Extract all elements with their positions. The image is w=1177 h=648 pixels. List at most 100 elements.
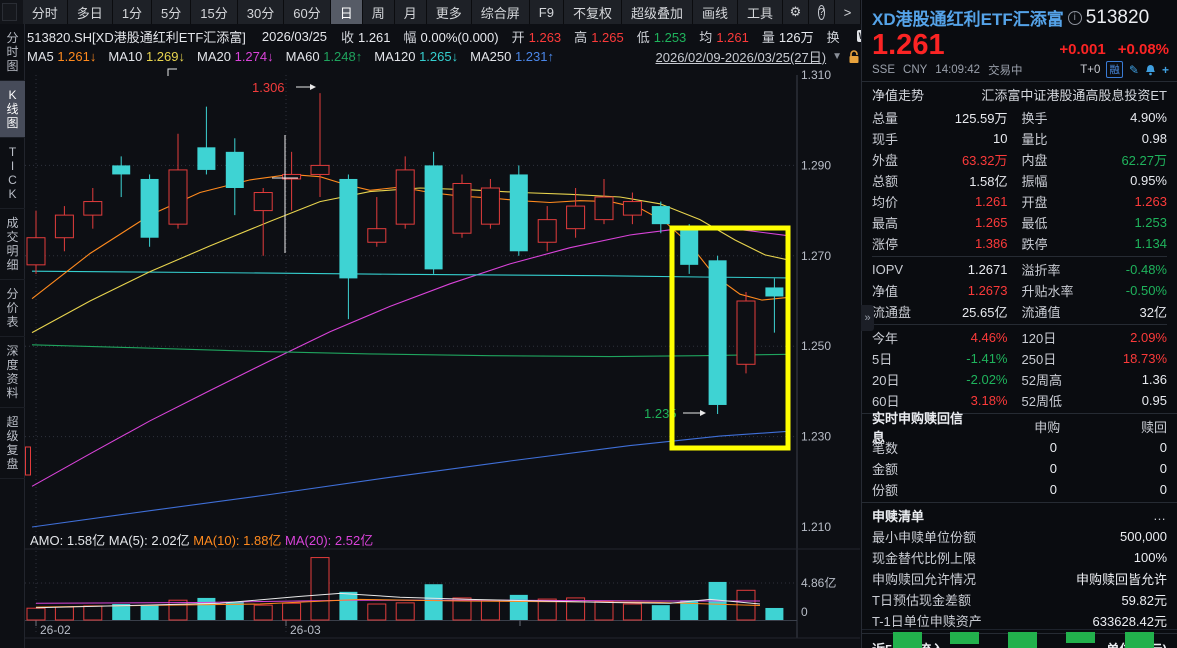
quote-label: 溢折率 [1022, 260, 1094, 279]
field-value: 1.263 [529, 30, 562, 45]
period-button-更多[interactable]: 更多 [427, 0, 472, 24]
period-button-5分[interactable]: 5分 [152, 0, 191, 24]
redemption-label: 现金替代比例上限 [872, 548, 976, 567]
lock-icon[interactable] [848, 50, 860, 64]
period-button-60分[interactable]: 60分 [284, 0, 330, 24]
period-toolbar: 分时多日1分5分15分30分60分日周月更多 综合屏F9不复权超级叠加画线工具 … [0, 0, 861, 24]
period-button-15分[interactable]: 15分 [191, 0, 237, 24]
period-button-分时[interactable]: 分时 [23, 0, 68, 24]
chevron-down-icon[interactable]: ▼ [832, 51, 842, 62]
field-高: 高1.265 [574, 30, 624, 45]
kline-chart[interactable]: 1.3101.2901.2701.2501.2301.2104.86亿026-0… [25, 68, 860, 648]
redemption-row: T-1日单位申赎资产633628.42元 [862, 610, 1177, 631]
redemption-value: 100% [1134, 550, 1167, 565]
sidebar-tab-深度资料[interactable]: 深度资料 [0, 337, 25, 408]
period-button-月[interactable]: 月 [395, 0, 427, 24]
edit-pencil-icon[interactable]: ✎ [1129, 63, 1139, 77]
tool-button-画线[interactable]: 画线 [693, 0, 738, 24]
field-label: 换 [827, 30, 840, 45]
settings-gear-icon[interactable]: ⚙ [783, 0, 809, 24]
toolbar-overflow-chevron-icon[interactable]: > [835, 0, 861, 24]
ma-item-MA60: MA60 1.248↑ [286, 49, 363, 64]
subscription-row: 笔数00 [862, 437, 1177, 458]
sub-subscribe-value: 0 [967, 461, 1057, 476]
sidebar-tab-成交明细[interactable]: 成交明细 [0, 209, 25, 280]
quote-row: 总量125.59万换手4.90% [872, 107, 1167, 128]
volume-bar [254, 605, 272, 620]
date-range-control[interactable]: 2026/02/09-2026/03/25(27日) ▼ [656, 47, 860, 66]
field-幅: 幅0.00%(0.000) [404, 30, 499, 45]
candle-body [368, 229, 386, 243]
window-icon [2, 3, 17, 21]
quote-label: 120日 [1022, 328, 1094, 347]
quote-label: 升贴水率 [1022, 281, 1094, 300]
period-button-1分[interactable]: 1分 [113, 0, 152, 24]
sidebar-tab-超级复盘[interactable]: 超级复盘 [0, 408, 25, 479]
redemption-list-header[interactable]: 申赎清单 … [862, 505, 1177, 526]
volume-bar [538, 599, 556, 620]
last-price: 1.261 [872, 30, 945, 60]
quote-value: 63.32万 [934, 150, 1008, 169]
candle-body [481, 188, 499, 224]
field-value: 0.00%(0.000) [421, 30, 499, 45]
sidebar-tab-TICK[interactable]: TICK [0, 138, 25, 209]
volume-bar [169, 600, 187, 620]
quote-label: 流通盘 [872, 302, 934, 321]
candle-body [226, 152, 244, 188]
ma-value: 1.248↑ [323, 49, 362, 64]
tool-button-工具[interactable]: 工具 [738, 0, 783, 24]
tool-button-综合屏[interactable]: 综合屏 [472, 0, 530, 24]
quote-label: 52周高 [1022, 370, 1094, 389]
ma-label: MA60 [286, 49, 324, 64]
add-plus-icon[interactable]: + [1162, 63, 1169, 77]
volume-bar [197, 598, 215, 620]
quote-label: 最高 [872, 213, 934, 232]
quote-value: 2.09% [1094, 330, 1168, 345]
field-换: 换 [827, 30, 844, 45]
period-button-周[interactable]: 周 [363, 0, 395, 24]
sidebar-tab-分价表[interactable]: 分价表 [0, 280, 25, 337]
volume-bar [141, 605, 159, 620]
panel-expander[interactable]: » [861, 305, 874, 331]
period-button-多日[interactable]: 多日 [68, 0, 113, 24]
redemption-row: 最小申赎单位份额500,000 [862, 526, 1177, 547]
ma-item-MA250: MA250 1.231↑ [470, 49, 554, 64]
info-circle-icon[interactable]: i [1068, 11, 1082, 25]
quote-value: 10 [934, 131, 1008, 146]
field-label: 收 [341, 30, 354, 45]
help-icon[interactable]: ? [809, 0, 835, 24]
candle-body [169, 170, 187, 224]
quote-row: 现手10量比0.98 [872, 128, 1167, 149]
sub-label: 份额 [872, 480, 967, 499]
divider [862, 502, 1177, 503]
quote-summary-row: 513820.SH[XD港股通红利ETF汇添富] 2026/03/25 收1.2… [27, 25, 860, 47]
tool-button-F9[interactable]: F9 [530, 0, 564, 24]
tool-button-超级叠加[interactable]: 超级叠加 [622, 0, 693, 24]
nav-value-row[interactable]: 净值走势 汇添富中证港股通高股息投资ET [862, 82, 1177, 107]
quote-value: -2.02% [934, 372, 1008, 387]
more-ellipsis[interactable]: … [1153, 508, 1167, 523]
ma-value: 1.231↑ [515, 49, 554, 64]
sidebar-tab-K线图[interactable]: K线图 [0, 81, 25, 138]
margin-flag: 融 [1106, 61, 1123, 78]
alert-bell-icon[interactable] [1145, 64, 1156, 76]
candle-body [197, 147, 215, 170]
tool-button-不复权[interactable]: 不复权 [564, 0, 622, 24]
redemption-row: 申购赎回允许情况申购赎回皆允许 [862, 568, 1177, 589]
quote-label: 净值 [872, 281, 934, 300]
quote-label: 振幅 [1022, 171, 1094, 190]
sidebar-tab-分时图[interactable]: 分时图 [0, 24, 25, 81]
volume-bar [425, 584, 443, 620]
period-button-30分[interactable]: 30分 [238, 0, 284, 24]
volume-bar [368, 604, 386, 620]
price-annotation: 1.306 [252, 80, 285, 95]
price-tick-label: 1.210 [801, 520, 831, 534]
volume-bar [84, 606, 102, 620]
quote-value: 1.58亿 [934, 171, 1008, 190]
help-glyph: ? [818, 5, 826, 20]
period-button-日[interactable]: 日 [331, 0, 363, 24]
quote-row: IOPV1.2671溢折率-0.48% [872, 259, 1167, 280]
quote-row: 外盘63.32万内盘62.27万 [872, 149, 1167, 170]
quote-label: 52周低 [1022, 391, 1094, 410]
volume-bar [510, 595, 528, 620]
